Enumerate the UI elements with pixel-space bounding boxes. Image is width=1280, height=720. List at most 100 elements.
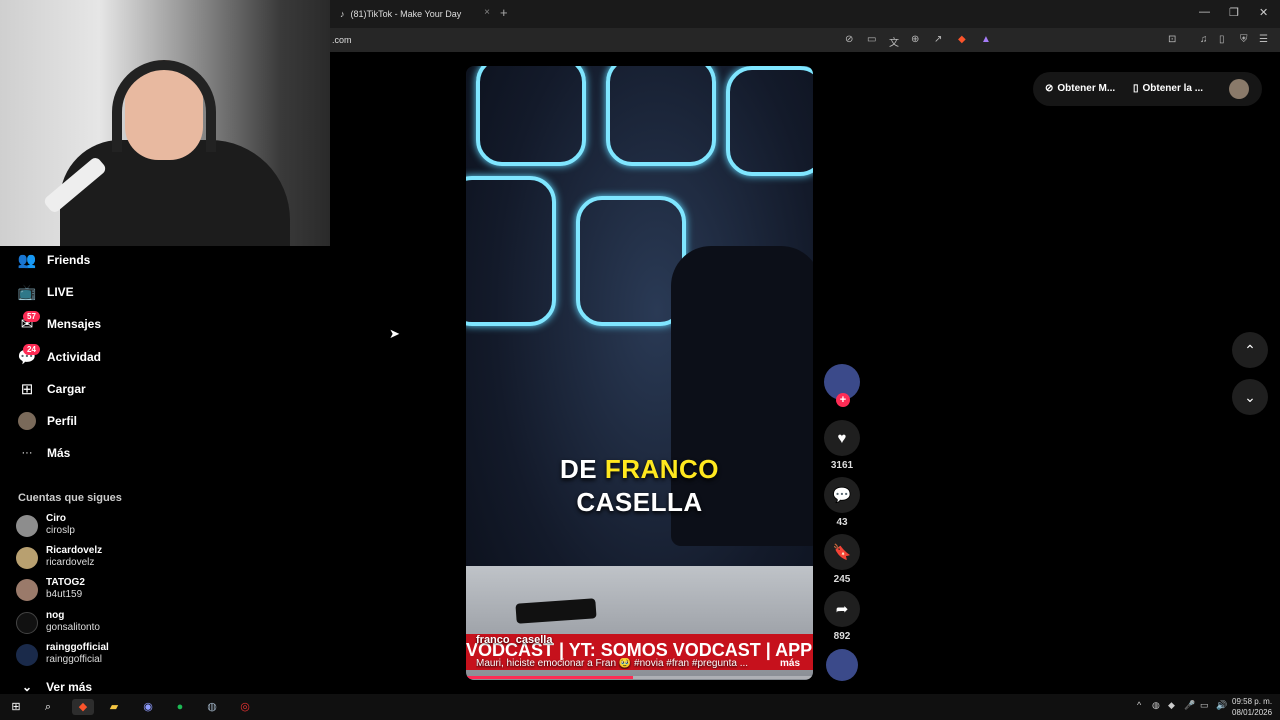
tray-steam-icon[interactable]: ◍: [1152, 700, 1160, 711]
see-more-label: Ver más: [46, 680, 93, 694]
get-mobile-app-pill[interactable]: ▯ Obtener la ...: [1133, 83, 1203, 94]
like-count: 3161: [830, 460, 854, 471]
activity-icon: 💬 24: [17, 344, 40, 366]
messages-icon: ✉ 57: [17, 311, 40, 333]
sidebar-item-activity[interactable]: 💬 24 Actividad: [17, 344, 101, 369]
close-tab-icon[interactable]: ×: [484, 7, 490, 18]
more-button[interactable]: más: [780, 658, 800, 669]
caption-highlight: FRANCO: [604, 454, 720, 484]
cast-icon[interactable]: ▭: [867, 34, 876, 45]
see-more-button[interactable]: ⌄ Ver más: [22, 680, 92, 694]
like-button[interactable]: ♥: [824, 420, 860, 456]
taskbar: ⊞ ⌕ ◆ ▰ ◉ ● ◍ ◎ ^ ◍ ◆ 🎤 ▭ 🔊 09:58 p. m. …: [0, 694, 1280, 720]
system-clock[interactable]: 09:58 p. m. 08/01/2026: [1232, 696, 1272, 718]
get-app-pill[interactable]: ⊘ Obtener M...: [1045, 83, 1115, 94]
close-window-icon[interactable]: ✕: [1259, 6, 1268, 19]
clock-date: 08/01/2026: [1232, 708, 1273, 717]
follow-plus-icon[interactable]: +: [836, 393, 850, 407]
neon-letter: [606, 66, 716, 166]
share-arrow-icon: ➦: [835, 601, 849, 618]
next-video-button[interactable]: ⌄: [1232, 379, 1268, 415]
spotify-icon[interactable]: ●: [172, 699, 188, 715]
chevron-down-icon: ⌄: [1244, 388, 1256, 405]
headphones: [112, 60, 216, 152]
sidebar-item-label: Actividad: [47, 350, 102, 364]
save-button[interactable]: 🔖: [824, 534, 860, 570]
new-tab-button[interactable]: +: [500, 5, 508, 20]
zoom-icon[interactable]: ⊕: [911, 34, 919, 45]
windows-start-icon[interactable]: ⊞: [8, 699, 24, 715]
caption-text: DE: [559, 454, 605, 484]
sidebar-item-live[interactable]: 📺 LIVE: [17, 280, 74, 304]
video-player[interactable]: DE FRANCO CASELLA VODCAST | YT: SOMOS VO…: [466, 66, 813, 680]
minimize-icon[interactable]: —: [1199, 6, 1210, 18]
friends-icon: 👥: [17, 252, 37, 269]
sidebar-item-label: Friends: [47, 253, 91, 267]
activity-badge: 24: [23, 344, 40, 355]
sidebar-item-label: LIVE: [47, 285, 74, 299]
translate-icon[interactable]: 文: [889, 34, 899, 49]
heart-icon: ♥: [837, 429, 847, 447]
tiktok-icon: ♪: [340, 9, 345, 19]
webcam-overlay: [0, 0, 330, 246]
tray-chevron-icon[interactable]: ^: [1137, 700, 1141, 710]
avatar: [16, 579, 38, 601]
search-icon[interactable]: ⌕: [40, 699, 56, 715]
sidebar-item-label: Más: [47, 446, 71, 460]
volume-icon[interactable]: 🔊: [1216, 700, 1227, 711]
network-icon[interactable]: ▭: [1200, 700, 1209, 711]
neon-letter: [476, 66, 586, 166]
vpn-icon[interactable]: ⛨: [1240, 34, 1248, 45]
sidebar-item-profile[interactable]: Perfil: [17, 409, 77, 433]
avatar: [16, 612, 38, 634]
bookmark-icon: 🔖: [832, 544, 852, 561]
sidebar-toggle-icon[interactable]: ▯: [1219, 34, 1225, 45]
sidebar-item-friends[interactable]: 👥 Friends: [17, 248, 91, 272]
video-author[interactable]: franco_casella: [476, 634, 552, 646]
avatar: [16, 515, 38, 537]
brave-rewards-icon[interactable]: ▲: [981, 34, 991, 45]
share-icon[interactable]: ↗: [934, 34, 942, 45]
browser-tab[interactable]: ♪ (81)TikTok - Make Your Day ×: [332, 3, 492, 25]
restore-icon[interactable]: ❐: [1229, 6, 1239, 19]
music-disc[interactable]: [826, 649, 858, 681]
chevron-up-icon: ⌃: [1244, 341, 1256, 358]
account-name: rainggofficial: [46, 642, 109, 653]
obs-icon[interactable]: ◎: [237, 699, 253, 715]
sidebar-item-more[interactable]: ··· Más: [17, 441, 71, 465]
video-progress-bar[interactable]: [466, 676, 813, 679]
menu-icon[interactable]: ☰: [1259, 34, 1268, 45]
media-icon[interactable]: ♫: [1200, 34, 1208, 45]
leo-icon[interactable]: ⊡: [1168, 34, 1176, 45]
file-explorer-icon[interactable]: ▰: [106, 699, 122, 715]
account-handle: rainggofficial: [46, 654, 102, 665]
comment-icon: 💬: [832, 487, 852, 504]
no-tracking-icon[interactable]: ⊘: [845, 34, 853, 45]
brave-taskbar-icon[interactable]: ◆: [72, 699, 94, 715]
steam-icon[interactable]: ◍: [204, 699, 220, 715]
neon-letter: [466, 176, 556, 326]
brave-shield-icon[interactable]: ◆: [958, 34, 966, 45]
tray-mic-icon[interactable]: 🎤: [1184, 700, 1195, 711]
video-description: Mauri, hiciste emocionar a Fran 🥹 #novia…: [476, 658, 749, 669]
upload-icon: ⊞: [20, 381, 34, 398]
neon-letter: [576, 196, 686, 326]
messages-badge: 57: [23, 311, 40, 322]
previous-video-button[interactable]: ⌃: [1232, 332, 1268, 368]
share-button[interactable]: ➦: [824, 591, 860, 627]
sidebar-item-label: Mensajes: [47, 317, 102, 331]
more-icon: ···: [21, 447, 33, 459]
tray-app-icon[interactable]: ◆: [1168, 700, 1175, 711]
pill-label: Obtener M...: [1057, 83, 1116, 94]
screen: ♪ (81)TikTok - Make Your Day × + — ❐ ✕ .…: [0, 0, 1280, 720]
neon-letter: [726, 66, 813, 176]
pill-label: Obtener la ...: [1142, 83, 1204, 94]
sidebar-item-messages[interactable]: ✉ 57 Mensajes: [17, 311, 101, 336]
account-handle: ricardovelz: [46, 557, 95, 568]
url-field[interactable]: .com: [332, 35, 352, 45]
discord-icon[interactable]: ◉: [140, 699, 156, 715]
sidebar-item-upload[interactable]: ⊞ Cargar: [17, 377, 86, 401]
save-count: 245: [833, 574, 851, 585]
user-avatar[interactable]: [1229, 79, 1249, 99]
comment-button[interactable]: 💬: [824, 477, 860, 513]
